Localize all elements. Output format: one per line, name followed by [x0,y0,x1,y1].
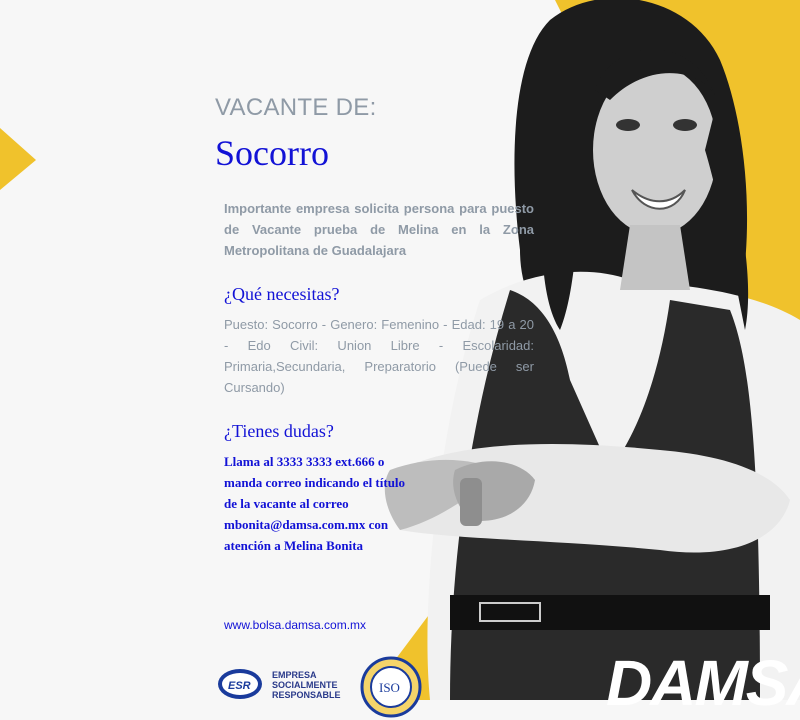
website-link[interactable]: www.bolsa.damsa.com.mx [224,618,366,632]
job-description: Importante empresa solicita persona para… [224,201,534,258]
esr-line: RESPONSABLE [272,690,341,700]
esr-line: SOCIALMENTE [272,680,338,690]
contact-email-line[interactable]: mbonita@damsa.com.mx con [224,514,434,535]
contact-line: atención a Melina Bonita [224,538,364,553]
esr-badge-text: ESR [228,680,251,692]
damsa-brand-logo: DAMSA [606,647,800,719]
requirements-text: Puesto: Socorro - Genero: Femenino - Eda… [224,317,534,395]
contact-text: Llama al 3333 3333 ext.666 o manda corre… [224,451,434,556]
iso-seal: ISO [360,656,422,718]
esr-line: EMPRESA [272,670,317,680]
contact-line: de la vacante al correo [224,496,349,511]
vacancy-label: VACANTE DE: [215,94,377,121]
contact-line: Llama al 3333 3333 ext.666 o [224,454,385,469]
requirements-heading: ¿Qué necesitas? [224,284,340,304]
job-title: Socorro [215,133,329,173]
contact-line: manda correo indicando el título [224,475,406,490]
contact-heading: ¿Tienes dudas? [224,421,334,441]
iso-badge-text: ISO [379,680,400,695]
esr-text: EMPRESA SOCIALMENTE RESPONSABLE [272,670,341,700]
